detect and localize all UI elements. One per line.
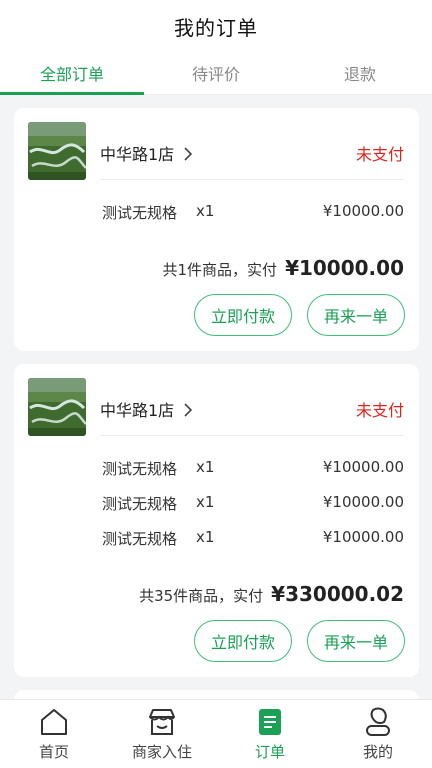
chevron-right-icon (181, 146, 195, 161)
item-name: 测试无规格 (102, 530, 178, 548)
order-card[interactable]: 中华路1店 未支付 测试无规格 x1 ¥10000.00 共1件商品，实付 ¥1… (14, 108, 419, 351)
nav-label: 首页 (38, 743, 69, 761)
order-item: 测试无规格 x1 ¥10000.00 (102, 202, 404, 224)
item-price: ¥10000.00 (322, 493, 404, 511)
order-card[interactable]: 中华路1店 未支付 测试无规格 x1 ¥10000.00 测试无规格 x1 ¥1… (14, 364, 419, 677)
item-price: ¥10000.00 (322, 528, 404, 546)
store-name: 中华路1店 (100, 401, 175, 420)
store-icon (149, 709, 175, 735)
store-thumbnail (28, 122, 86, 180)
order-item: 测试无规格 x1 ¥10000.00 (102, 528, 404, 550)
order-summary: 共1件商品，实付 ¥10000.00 (163, 256, 404, 280)
tab-pending-review[interactable]: 待评价 (144, 52, 288, 94)
reorder-button[interactable]: 再来一单 (307, 620, 405, 662)
order-summary: 共35件商品，实付 ¥330000.02 (139, 582, 404, 606)
item-qty: x1 (196, 202, 215, 220)
nav-home[interactable]: 首页 (0, 700, 108, 768)
item-name: 测试无规格 (102, 204, 178, 222)
store-link[interactable]: 中华路1店 (100, 397, 195, 421)
top-bar: 我的订单 (0, 0, 432, 52)
order-amount: ¥330000.02 (271, 582, 404, 606)
bottom-nav: 首页 商家入住 订单 我的 (0, 699, 432, 768)
item-price: ¥10000.00 (322, 458, 404, 476)
item-name: 测试无规格 (102, 460, 178, 478)
item-qty: x1 (196, 458, 215, 476)
reorder-button[interactable]: 再来一单 (307, 294, 405, 336)
order-icon (259, 709, 281, 735)
pay-now-button[interactable]: 立即付款 (194, 620, 292, 662)
nav-label: 商家入住 (131, 743, 192, 761)
item-qty: x1 (196, 493, 215, 511)
summary-text: 共1件商品，实付 (162, 261, 278, 279)
nav-profile[interactable]: 我的 (324, 700, 432, 768)
item-qty: x1 (196, 528, 215, 546)
summary-text: 共35件商品，实付 (139, 587, 264, 605)
tab-all-orders[interactable]: 全部订单 (0, 52, 144, 95)
order-card[interactable] (14, 690, 419, 699)
pay-now-button[interactable]: 立即付款 (194, 294, 292, 336)
item-price: ¥10000.00 (322, 202, 404, 220)
nav-orders[interactable]: 订单 (216, 700, 324, 768)
item-name: 测试无规格 (102, 495, 178, 513)
order-item: 测试无规格 x1 ¥10000.00 (102, 493, 404, 515)
order-status: 未支付 (355, 145, 404, 164)
nav-merchant-join[interactable]: 商家入住 (108, 700, 216, 768)
order-tabs: 全部订单 待评价 退款 (0, 52, 432, 95)
store-thumbnail (28, 378, 86, 436)
order-item: 测试无规格 x1 ¥10000.00 (102, 458, 404, 480)
page-title: 我的订单 (174, 15, 258, 40)
divider (100, 179, 405, 180)
store-link[interactable]: 中华路1店 (100, 141, 195, 165)
app: 我的订单 全部订单 待评价 退款 中华路1店 未支付 测试无规格 x1 ¥100… (0, 0, 432, 768)
tab-refund[interactable]: 退款 (288, 52, 432, 94)
user-icon (366, 707, 390, 736)
nav-label: 订单 (254, 743, 285, 761)
divider (100, 435, 405, 436)
chevron-right-icon (181, 402, 195, 417)
home-icon (41, 709, 67, 735)
nav-label: 我的 (362, 743, 393, 761)
order-list: 中华路1店 未支付 测试无规格 x1 ¥10000.00 共1件商品，实付 ¥1… (0, 95, 432, 699)
store-name: 中华路1店 (100, 145, 175, 164)
order-status: 未支付 (355, 401, 404, 420)
order-amount: ¥10000.00 (285, 256, 404, 280)
